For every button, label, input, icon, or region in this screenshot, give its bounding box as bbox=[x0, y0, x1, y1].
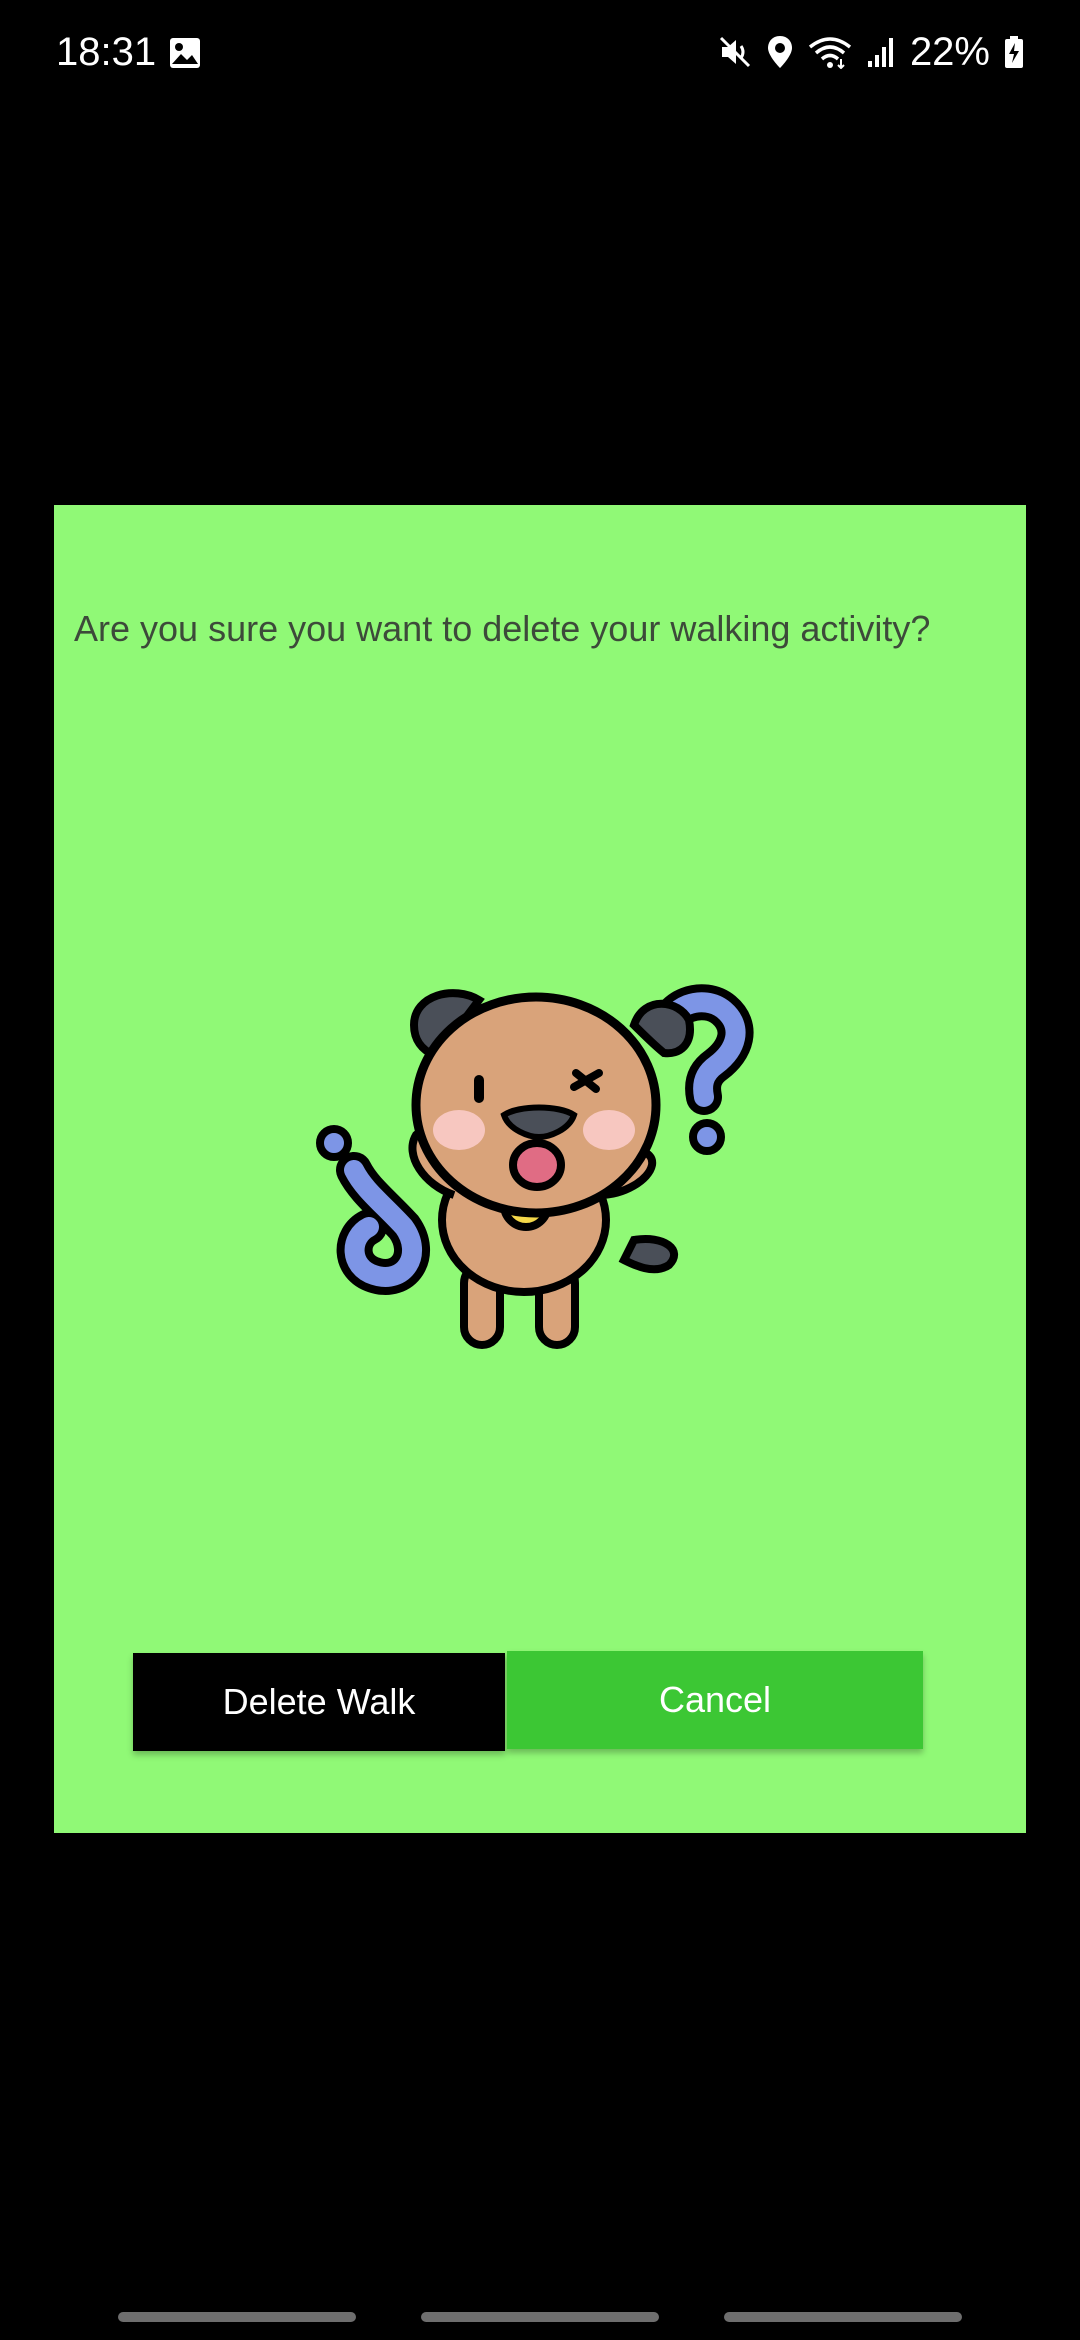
confused-dog-illustration bbox=[304, 965, 804, 1385]
location-icon bbox=[766, 34, 794, 70]
status-time: 18:31 bbox=[56, 30, 157, 74]
nav-recent-apps[interactable] bbox=[118, 2312, 356, 2322]
gallery-icon bbox=[168, 36, 202, 70]
nav-back[interactable] bbox=[724, 2312, 962, 2322]
battery-charging-icon bbox=[1004, 35, 1024, 69]
mute-icon bbox=[718, 35, 752, 69]
nav-home[interactable] bbox=[421, 2312, 659, 2322]
battery-percent: 22% bbox=[909, 30, 990, 74]
status-icons: 22% bbox=[718, 28, 1024, 76]
delete-walk-button[interactable]: Delete Walk bbox=[133, 1653, 505, 1751]
signal-icon bbox=[866, 35, 896, 69]
status-bar: 18:31 22% bbox=[0, 0, 1080, 100]
delete-walk-dialog: Are you sure you want to delete your wal… bbox=[54, 505, 1026, 1833]
wifi-icon bbox=[808, 35, 852, 69]
dialog-message: Are you sure you want to delete your wal… bbox=[74, 608, 931, 649]
cancel-button[interactable]: Cancel bbox=[507, 1651, 923, 1749]
